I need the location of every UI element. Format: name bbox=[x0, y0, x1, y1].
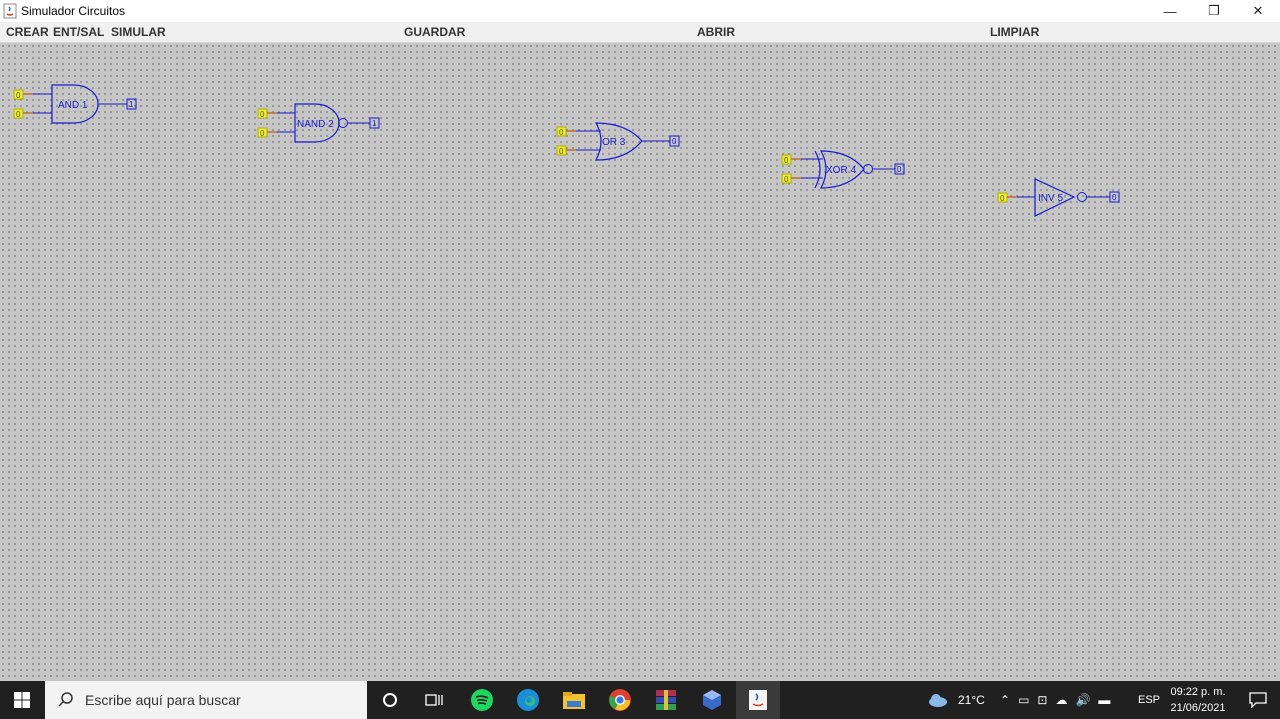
input-value: 0 bbox=[559, 147, 564, 156]
circuit-canvas[interactable]: 0 0 AND 1 1 0 0 NAND 2 1 0 0 OR 3 0 0 0 … bbox=[0, 43, 1280, 681]
input-value: 0 bbox=[260, 110, 265, 119]
output-value: 1 bbox=[372, 119, 377, 128]
battery-icon[interactable]: ▬ bbox=[1098, 693, 1110, 707]
windows-logo-icon bbox=[14, 692, 30, 708]
title-bar: Simulador Circuitos — ❐ ✕ bbox=[0, 0, 1280, 23]
menu-simular[interactable]: SIMULAR bbox=[111, 25, 166, 39]
output-value: 0 bbox=[1112, 193, 1117, 202]
gate-label: OR 3 bbox=[602, 137, 626, 148]
menu-entsal[interactable]: ENT/SAL bbox=[53, 25, 104, 39]
notification-icon[interactable] bbox=[1236, 681, 1280, 719]
inverter-bubble bbox=[1077, 192, 1087, 202]
java-app-taskbar-icon[interactable] bbox=[736, 681, 780, 719]
gate-xor[interactable]: 0 0 XOR 4 0 bbox=[781, 150, 905, 189]
gate-label: XOR 4 bbox=[826, 165, 856, 176]
onedrive-icon[interactable]: ☁ bbox=[1055, 693, 1067, 707]
clock-time: 09:22 p. m. bbox=[1170, 686, 1226, 698]
restore-button[interactable]: ❐ bbox=[1192, 0, 1236, 22]
input-value: 0 bbox=[1000, 194, 1005, 203]
input-value: 0 bbox=[16, 110, 21, 119]
taskbar-search[interactable]: Escribe aquí para buscar bbox=[45, 681, 367, 719]
taskbar: Escribe aquí para buscar 21°C ⌃ ▭ ⊡ ☁ 🔊 … bbox=[0, 681, 1280, 719]
search-icon bbox=[58, 692, 73, 707]
input-value: 0 bbox=[784, 156, 789, 165]
chevron-up-icon[interactable]: ⌃ bbox=[1000, 693, 1010, 707]
gate-label: AND 1 bbox=[58, 100, 88, 111]
inverter-bubble bbox=[338, 118, 348, 128]
edge-icon[interactable] bbox=[506, 681, 550, 719]
system-tray: ⌃ ▭ ⊡ ☁ 🔊 ▬ bbox=[1000, 681, 1110, 719]
output-value: 0 bbox=[897, 165, 902, 174]
task-view-icon[interactable] bbox=[412, 681, 456, 719]
gate-inverter[interactable]: 0 INV 5 0 bbox=[997, 178, 1120, 217]
menu-limpiar[interactable]: LIMPIAR bbox=[990, 25, 1039, 39]
menu-crear[interactable]: CREAR bbox=[6, 25, 49, 39]
window-title: Simulador Circuitos bbox=[21, 4, 126, 18]
virtualbox-icon[interactable] bbox=[690, 681, 734, 719]
menu-abrir[interactable]: ABRIR bbox=[697, 25, 735, 39]
clock-date: 21/06/2021 bbox=[1170, 702, 1226, 714]
volume-icon[interactable]: 🔊 bbox=[1075, 693, 1090, 707]
input-value: 0 bbox=[784, 175, 789, 184]
cloud-icon bbox=[929, 694, 947, 707]
input-value: 0 bbox=[260, 129, 265, 138]
gate-label: NAND 2 bbox=[297, 119, 334, 130]
minimize-button[interactable]: — bbox=[1148, 0, 1192, 22]
clock[interactable]: 09:22 p. m. 21/06/2021 bbox=[1164, 684, 1232, 716]
start-button[interactable] bbox=[0, 681, 44, 719]
circuit-svg: 0 0 AND 1 1 0 0 NAND 2 1 0 0 OR 3 0 0 0 … bbox=[13, 84, 1120, 217]
meet-now-icon[interactable]: ▭ bbox=[1018, 693, 1029, 707]
weather-temp: 21°C bbox=[958, 693, 985, 707]
language-indicator[interactable]: ESP bbox=[1138, 681, 1160, 719]
file-explorer-icon[interactable] bbox=[552, 681, 596, 719]
inverter-bubble bbox=[863, 164, 873, 174]
winrar-icon[interactable] bbox=[644, 681, 688, 719]
search-placeholder: Escribe aquí para buscar bbox=[85, 692, 241, 708]
java-app-icon bbox=[3, 3, 17, 19]
gate-or[interactable]: 0 0 OR 3 0 bbox=[556, 122, 680, 161]
network-icon[interactable]: ⊡ bbox=[1037, 693, 1047, 707]
input-value: 0 bbox=[16, 91, 21, 100]
cortana-icon[interactable] bbox=[368, 681, 412, 719]
chrome-icon[interactable] bbox=[598, 681, 642, 719]
spotify-icon[interactable] bbox=[460, 681, 504, 719]
gate-label: INV 5 bbox=[1038, 193, 1063, 204]
menu-guardar[interactable]: GUARDAR bbox=[404, 25, 465, 39]
weather-widget[interactable]: 21°C bbox=[928, 681, 985, 719]
input-value: 0 bbox=[559, 128, 564, 137]
gate-and[interactable]: 0 0 AND 1 1 bbox=[13, 84, 137, 124]
close-button[interactable]: ✕ bbox=[1236, 0, 1280, 22]
output-value: 1 bbox=[129, 100, 134, 109]
menu-bar: CREAR ENT/SAL SIMULAR GUARDAR ABRIR LIMP… bbox=[0, 22, 1280, 43]
gate-nand[interactable]: 0 0 NAND 2 1 bbox=[257, 103, 380, 143]
output-value: 0 bbox=[672, 137, 677, 146]
